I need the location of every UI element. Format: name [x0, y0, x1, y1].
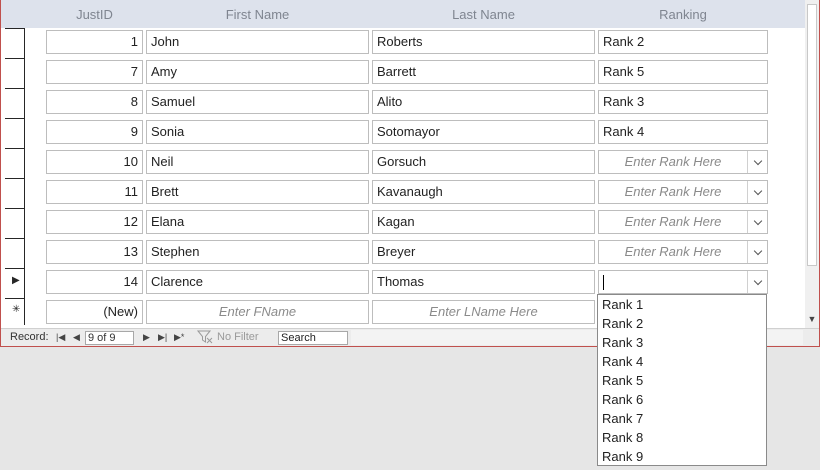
previous-record-icon[interactable]: ◀	[73, 332, 80, 343]
header-first-name[interactable]: First Name	[146, 7, 369, 22]
chevron-down-icon[interactable]	[747, 181, 767, 203]
ranking-combo[interactable]: Enter Rank Here	[598, 180, 768, 204]
ranking-placeholder: Enter Rank Here	[624, 154, 722, 169]
new-record-id-cell[interactable]: (New)	[46, 300, 143, 324]
first-name-cell[interactable]: John	[146, 30, 369, 54]
text-cursor	[603, 275, 604, 291]
dropdown-option[interactable]: Rank 1	[598, 296, 766, 315]
last-name-cell[interactable]: Kagan	[372, 210, 595, 234]
next-record-icon[interactable]: ▶	[143, 332, 150, 343]
search-input[interactable]: Search	[278, 331, 348, 345]
ranking-combo[interactable]: Enter Rank Here	[598, 210, 768, 234]
ranking-dropdown-list: Rank 1 Rank 2 Rank 3 Rank 4 Rank 5 Rank 6 Rank…	[597, 294, 767, 466]
table-row: 8 Samuel Alito Rank 3	[1, 88, 801, 118]
last-name-cell[interactable]: Kavanaugh	[372, 180, 595, 204]
ranking-combo[interactable]: Enter Rank Here	[598, 240, 768, 264]
table-row: 1 John Roberts Rank 2	[1, 28, 801, 58]
ranking-combo[interactable]: Enter Rank Here	[598, 150, 768, 174]
first-name-cell[interactable]: Samuel	[146, 90, 369, 114]
column-header-bar: JustID First Name Last Name Ranking	[1, 0, 805, 28]
dropdown-option[interactable]: Rank 8	[598, 429, 766, 448]
last-name-cell[interactable]: Gorsuch	[372, 150, 595, 174]
new-first-name-cell[interactable]: Enter FName	[146, 300, 369, 324]
dropdown-option[interactable]: Rank 5	[598, 372, 766, 391]
last-name-cell[interactable]: Sotomayor	[372, 120, 595, 144]
scroll-down-icon[interactable]: ▼	[805, 310, 819, 328]
justid-cell[interactable]: 11	[46, 180, 143, 204]
last-name-cell[interactable]: Roberts	[372, 30, 595, 54]
header-last-name[interactable]: Last Name	[372, 7, 595, 22]
chevron-down-icon[interactable]	[747, 151, 767, 173]
dropdown-option[interactable]: Rank 6	[598, 391, 766, 410]
first-name-cell[interactable]: Neil	[146, 150, 369, 174]
ranking-placeholder: Enter Rank Here	[624, 184, 722, 199]
first-record-icon[interactable]: |◀	[56, 332, 65, 343]
ranking-placeholder: Enter Rank Here	[624, 244, 722, 259]
new-record-icon[interactable]: ▶*	[174, 332, 184, 343]
ranking-combo[interactable]: Rank 5	[598, 60, 768, 84]
dropdown-option[interactable]: Rank 2	[598, 315, 766, 334]
justid-cell[interactable]: 8	[46, 90, 143, 114]
justid-cell[interactable]: 9	[46, 120, 143, 144]
header-justid[interactable]: JustID	[46, 7, 143, 22]
dropdown-option[interactable]: Rank 7	[598, 410, 766, 429]
table-row: 10 Neil Gorsuch Enter Rank Here	[1, 148, 801, 178]
first-name-cell[interactable]: Stephen	[146, 240, 369, 264]
first-name-cell[interactable]: Clarence	[146, 270, 369, 294]
justid-cell[interactable]: 12	[46, 210, 143, 234]
first-name-cell[interactable]: Amy	[146, 60, 369, 84]
chevron-down-icon[interactable]	[747, 271, 767, 293]
table-row: 9 Sonia Sotomayor Rank 4	[1, 118, 801, 148]
record-label: Record:	[10, 331, 49, 343]
filter-icon	[196, 330, 213, 347]
first-name-cell[interactable]: Elana	[146, 210, 369, 234]
dropdown-option[interactable]: Rank 3	[598, 334, 766, 353]
ranking-placeholder: Enter Rank Here	[624, 214, 722, 229]
last-name-cell[interactable]: Barrett	[372, 60, 595, 84]
table-row: 12 Elana Kagan Enter Rank Here	[1, 208, 801, 238]
dropdown-option[interactable]: Rank 9	[598, 448, 766, 467]
justid-cell[interactable]: 10	[46, 150, 143, 174]
last-name-cell[interactable]: Thomas	[372, 270, 595, 294]
ranking-combo[interactable]: Rank 4	[598, 120, 768, 144]
header-ranking[interactable]: Ranking	[598, 7, 768, 22]
scroll-thumb[interactable]	[807, 4, 817, 266]
ranking-combo[interactable]	[598, 270, 768, 294]
last-name-cell[interactable]: Breyer	[372, 240, 595, 264]
first-name-cell[interactable]: Brett	[146, 180, 369, 204]
justid-cell[interactable]: 14	[46, 270, 143, 294]
table-row: 11 Brett Kavanaugh Enter Rank Here	[1, 178, 801, 208]
new-last-name-cell[interactable]: Enter LName Here	[372, 300, 595, 324]
ranking-combo[interactable]: Rank 2	[598, 30, 768, 54]
table-row: 13 Stephen Breyer Enter Rank Here	[1, 238, 801, 268]
justid-cell[interactable]: 1	[46, 30, 143, 54]
last-name-cell[interactable]: Alito	[372, 90, 595, 114]
justid-cell[interactable]: 13	[46, 240, 143, 264]
chevron-down-icon[interactable]	[747, 241, 767, 263]
last-record-icon[interactable]: ▶|	[158, 332, 167, 343]
vertical-scrollbar[interactable]: ▼	[805, 0, 819, 328]
table-row: 7 Amy Barrett Rank 5	[1, 58, 801, 88]
justid-cell[interactable]: 7	[46, 60, 143, 84]
no-filter-button[interactable]: No Filter	[217, 331, 259, 343]
chevron-down-icon[interactable]	[747, 211, 767, 233]
current-record-field[interactable]: 9 of 9	[85, 331, 134, 345]
dropdown-option[interactable]: Rank 4	[598, 353, 766, 372]
first-name-cell[interactable]: Sonia	[146, 120, 369, 144]
ranking-combo[interactable]: Rank 3	[598, 90, 768, 114]
